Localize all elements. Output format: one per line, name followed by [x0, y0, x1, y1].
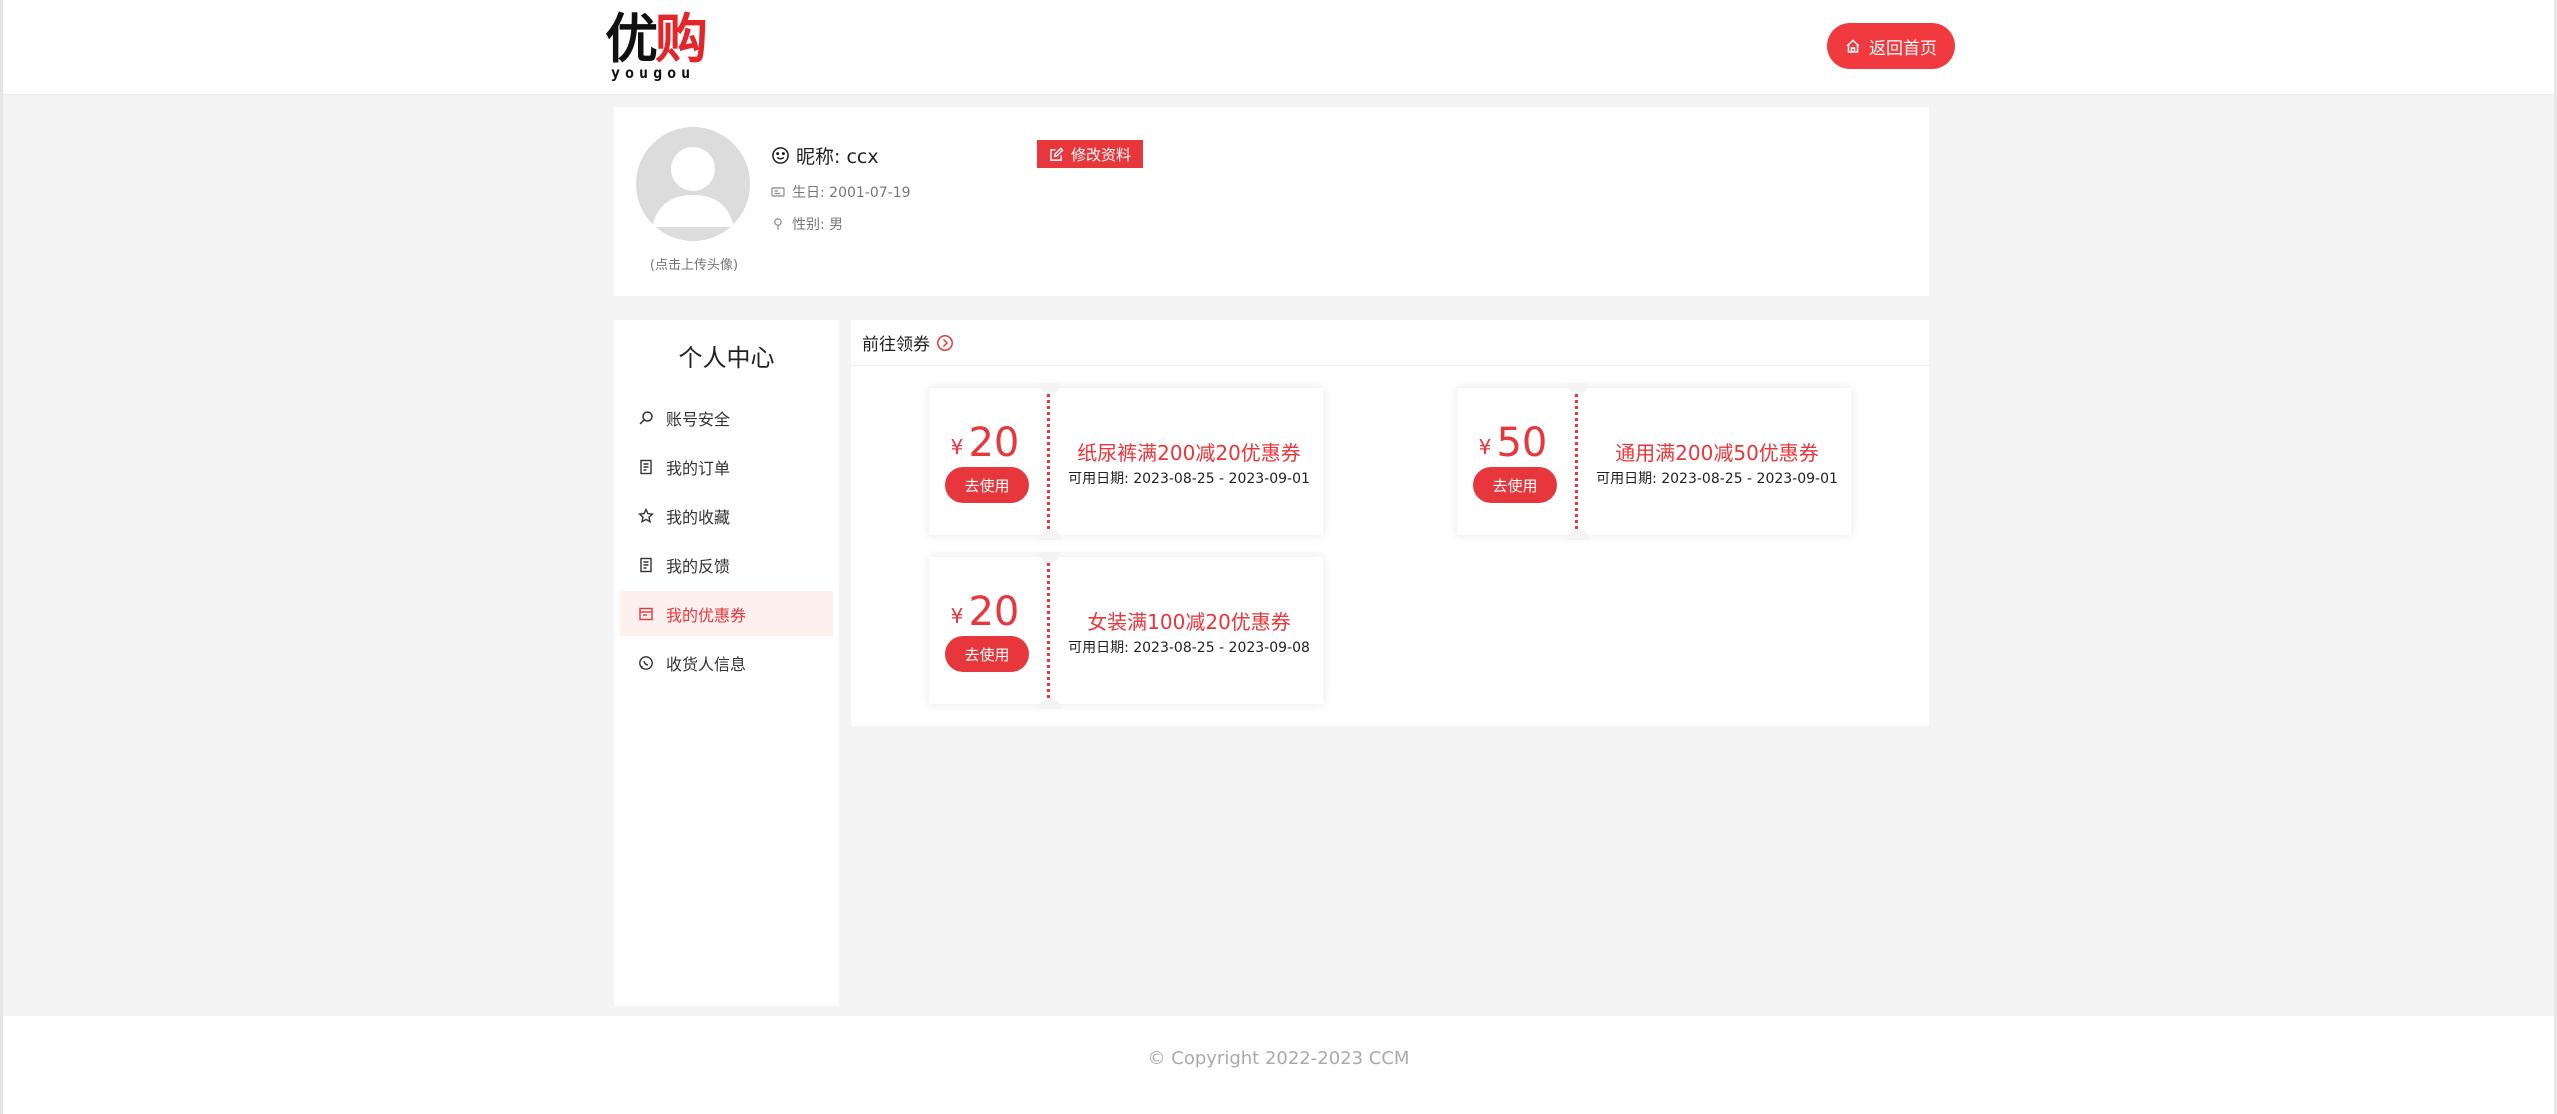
- avatar[interactable]: [636, 127, 750, 241]
- coupon-divider: [1575, 394, 1578, 529]
- sidebar-item-label: 账号安全: [666, 409, 731, 429]
- coupon-details: 纸尿裤满200减20优惠券 可用日期: 2023-08-25 - 2023-09…: [1055, 388, 1323, 535]
- sidebar-item-my-coupons[interactable]: 我的优惠券: [620, 591, 833, 636]
- sidebar-item-label: 我的反馈: [666, 556, 731, 576]
- currency-symbol: ¥: [1478, 435, 1492, 459]
- sidebar-item-label: 我的收藏: [666, 507, 731, 527]
- coupon-divider: [1047, 394, 1050, 529]
- user-center-sidebar: 个人中心 账号安全 我的订单 我的收藏 我的反馈 我的优惠券 收货人信息: [614, 320, 839, 1006]
- edit-profile-label: 修改资料: [1070, 145, 1131, 164]
- coupon-amount-section: ¥ 20 去使用: [929, 557, 1041, 704]
- nickname-row: 昵称: ccx: [771, 142, 879, 169]
- search-icon: [639, 410, 653, 425]
- coupon-value: 20: [968, 420, 1020, 466]
- logo-char-1: 优: [605, 8, 658, 70]
- avatar-upload-tip[interactable]: (点击上传头像): [632, 254, 756, 273]
- id-card-icon: [771, 187, 785, 197]
- site-logo[interactable]: 优购 yougou: [605, 10, 715, 85]
- use-coupon-button[interactable]: 去使用: [1473, 467, 1557, 503]
- sidebar-item-my-feedback[interactable]: 我的反馈: [620, 542, 833, 587]
- sidebar-item-consignee-info[interactable]: 收货人信息: [620, 640, 833, 685]
- get-coupons-label: 前往领券: [862, 335, 930, 355]
- coupon-name: 纸尿裤满200减20优惠券: [1077, 441, 1301, 465]
- sidebar-item-account-security[interactable]: 账号安全: [620, 395, 833, 440]
- coupon-divider: [1047, 563, 1050, 698]
- location-pin-icon: [774, 218, 782, 230]
- star-icon: [638, 507, 654, 523]
- sidebar-item-label: 我的订单: [666, 458, 731, 478]
- sidebar-title: 个人中心: [678, 344, 775, 372]
- sidebar-item-label: 我的优惠券: [666, 605, 747, 625]
- coupon-amount-section: ¥ 50 去使用: [1457, 388, 1569, 535]
- birthday-row: 生日: 2001-07-19: [771, 182, 911, 202]
- currency-symbol: ¥: [950, 604, 964, 628]
- window-border-left: [0, 0, 3, 1114]
- profile-card: (点击上传头像) 昵称: ccx 修改资料 生日: 2001-07-19 性别:…: [614, 107, 1929, 296]
- coupon-valid-date: 可用日期: 2023-08-25 - 2023-09-01: [1596, 471, 1838, 487]
- user-placeholder-icon: [636, 127, 750, 241]
- chat-icon: [639, 655, 653, 670]
- coupon-card: ¥ 20 去使用 纸尿裤满200减20优惠券 可用日期: 2023-08-25 …: [929, 383, 1323, 540]
- gender-text: 性别: 男: [792, 217, 844, 233]
- coupon-value: 20: [968, 589, 1020, 635]
- smile-icon: [772, 147, 789, 164]
- edit-icon: [1050, 146, 1064, 161]
- coupon-amount: ¥ 20: [929, 420, 1041, 466]
- coupons-panel-header: 前往领券: [851, 320, 1929, 366]
- site-header: 优购 yougou 返回首页: [3, 0, 2554, 95]
- coupon-name: 女装满100减20优惠券: [1087, 610, 1291, 634]
- currency-symbol: ¥: [950, 435, 964, 459]
- birthday-text: 生日: 2001-07-19: [792, 185, 911, 201]
- coupons-panel: 前往领券 ¥ 20 去使用 纸尿裤满200减20优惠券 可用日期: 2023-0…: [851, 320, 1929, 726]
- coupon-details: 通用满200减50优惠券 可用日期: 2023-08-25 - 2023-09-…: [1583, 388, 1851, 535]
- coupon-details: 女装满100减20优惠券 可用日期: 2023-08-25 - 2023-09-…: [1055, 557, 1323, 704]
- site-footer: © Copyright 2022-2023 CCM: [3, 1016, 2554, 1114]
- logo-char-2: 购: [655, 8, 708, 70]
- sidebar-item-my-favorites[interactable]: 我的收藏: [620, 493, 833, 538]
- get-coupons-link[interactable]: 前往领券: [862, 330, 954, 355]
- document-icon: [640, 557, 652, 572]
- sidebar-item-my-orders[interactable]: 我的订单: [620, 444, 833, 489]
- use-coupon-button[interactable]: 去使用: [945, 467, 1029, 503]
- coupon-valid-date: 可用日期: 2023-08-25 - 2023-09-01: [1068, 471, 1310, 487]
- coupon-card: ¥ 20 去使用 女装满100减20优惠券 可用日期: 2023-08-25 -…: [929, 552, 1323, 709]
- sidebar-item-label: 收货人信息: [666, 654, 747, 674]
- home-icon: [1846, 39, 1860, 53]
- coupon-value: 50: [1496, 420, 1548, 466]
- document-icon: [640, 459, 652, 474]
- arrow-right-circle-icon: [937, 334, 953, 351]
- gender-row: 性别: 男: [771, 214, 843, 234]
- coupon-amount-section: ¥ 20 去使用: [929, 388, 1041, 535]
- use-coupon-button[interactable]: 去使用: [945, 636, 1029, 672]
- coupon-amount: ¥ 20: [929, 589, 1041, 635]
- copyright-text: © Copyright 2022-2023 CCM: [1147, 1048, 1410, 1069]
- coupon-amount: ¥ 50: [1457, 420, 1569, 466]
- ticket-icon: [639, 607, 653, 620]
- coupon-valid-date: 可用日期: 2023-08-25 - 2023-09-08: [1068, 640, 1310, 656]
- back-home-button[interactable]: 返回首页: [1827, 23, 1955, 69]
- nickname-text: 昵称: ccx: [796, 146, 879, 168]
- edit-profile-button[interactable]: 修改资料: [1037, 140, 1143, 168]
- coupon-card: ¥ 50 去使用 通用满200减50优惠券 可用日期: 2023-08-25 -…: [1457, 383, 1851, 540]
- logo-chinese: 优购: [605, 10, 715, 68]
- coupon-name: 通用满200减50优惠券: [1615, 441, 1819, 465]
- back-home-label: 返回首页: [1869, 38, 1937, 59]
